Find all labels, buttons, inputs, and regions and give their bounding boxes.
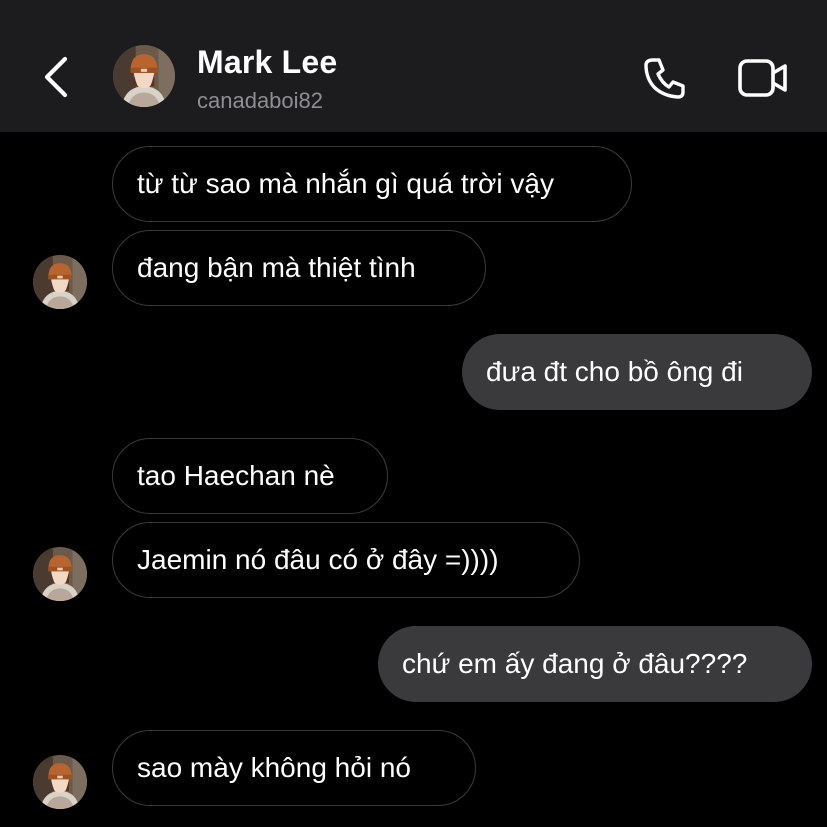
message-bubble-incoming[interactable]: sao mày không hỏi nó	[112, 730, 476, 806]
message-bubble-outgoing[interactable]: chứ em ấy đang ở đâu????	[378, 626, 812, 702]
profile-avatar[interactable]	[113, 45, 175, 107]
message-text: từ từ sao mà nhắn gì quá trời vậy	[137, 168, 554, 199]
message-bubble-outgoing[interactable]: đưa đt cho bồ ông đi	[462, 334, 812, 410]
sender-avatar[interactable]	[33, 547, 87, 601]
back-button[interactable]	[36, 52, 76, 102]
message-text: sao mày không hỏi nó	[137, 752, 411, 783]
message-text: tao Haechan nè	[137, 460, 335, 491]
video-call-button[interactable]	[736, 55, 790, 101]
profile-photo	[113, 45, 175, 107]
contact-name[interactable]: Mark Lee	[197, 44, 337, 81]
sender-photo	[33, 547, 87, 601]
message-text: đưa đt cho bồ ông đi	[486, 356, 743, 387]
message-bubble-incoming[interactable]: Jaemin nó đâu có ở đây =))))	[112, 522, 580, 598]
message-text: chứ em ấy đang ở đâu????	[402, 648, 748, 679]
sender-photo	[33, 255, 87, 309]
message-text: Jaemin nó đâu có ở đây =))))	[137, 544, 499, 575]
chat-header: Mark Lee canadaboi82	[0, 0, 827, 132]
sender-avatar[interactable]	[33, 255, 87, 309]
sender-photo	[33, 755, 87, 809]
message-bubble-incoming[interactable]: từ từ sao mà nhắn gì quá trời vậy	[112, 146, 632, 222]
audio-call-button[interactable]	[640, 53, 690, 103]
message-bubble-incoming[interactable]: đang bận mà thiệt tình	[112, 230, 486, 306]
sender-avatar[interactable]	[33, 755, 87, 809]
contact-username[interactable]: canadaboi82	[197, 88, 323, 114]
chevron-left-icon	[44, 56, 68, 98]
dm-thread-screen: Mark Lee canadaboi82 từ từ sao mà nhắn g…	[0, 0, 827, 827]
video-camera-icon	[738, 59, 787, 97]
message-bubble-incoming[interactable]: tao Haechan nè	[112, 438, 388, 514]
phone-icon	[644, 58, 685, 99]
message-text: đang bận mà thiệt tình	[137, 252, 416, 283]
